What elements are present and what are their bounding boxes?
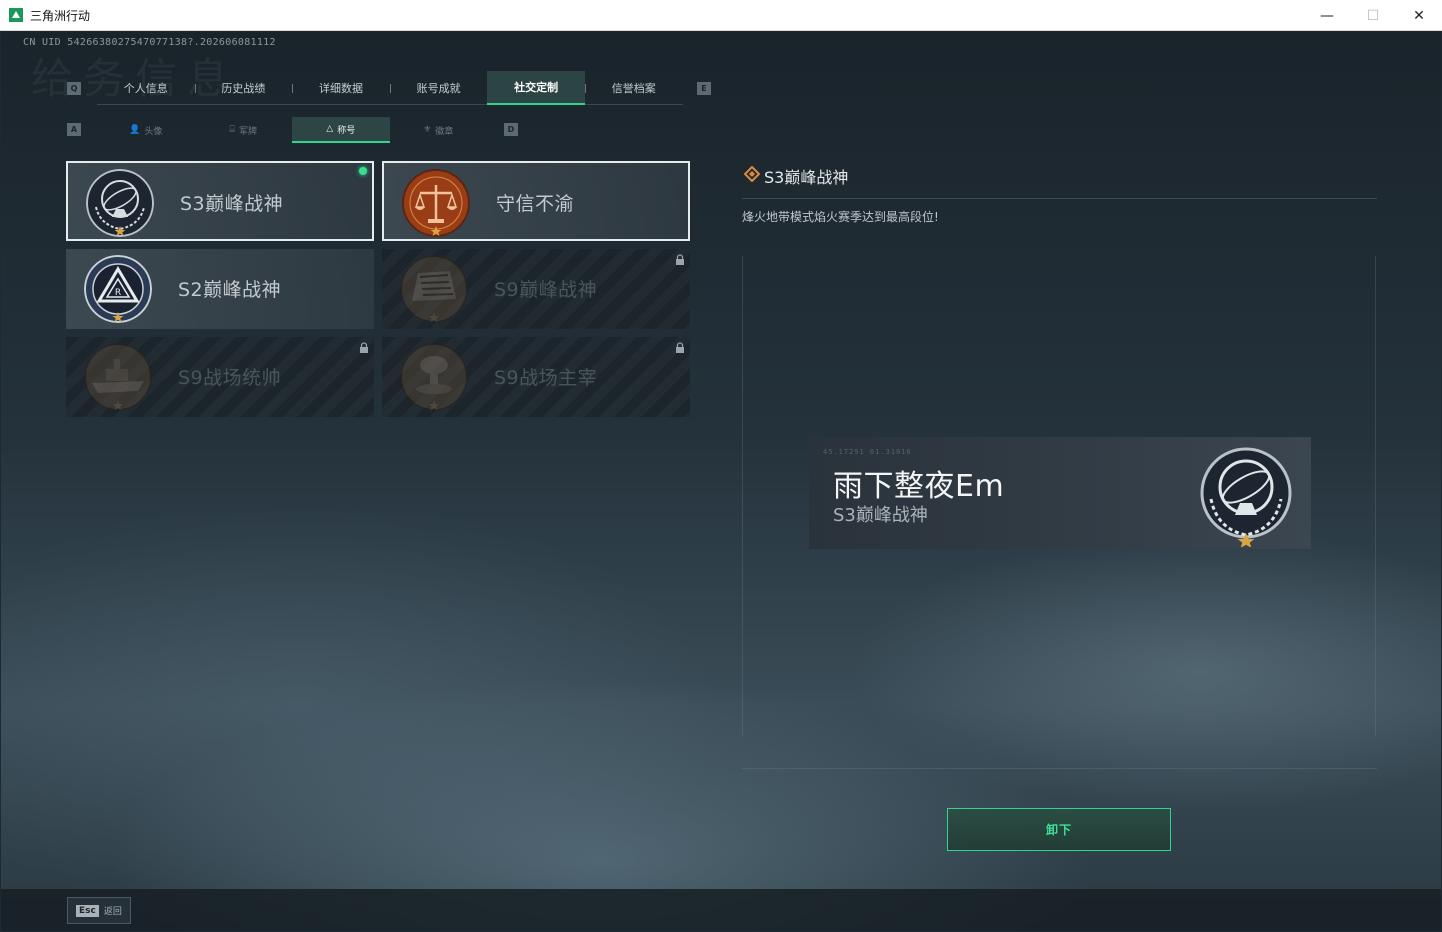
armillary-emblem-icon (1200, 447, 1292, 547)
fortress-emblem-icon (400, 255, 468, 323)
detail-divider (742, 198, 1377, 199)
nameplate-player-name: 雨下整夜Em (833, 469, 1005, 504)
nameplate-coords: 45.17291 61.31016 (823, 448, 912, 456)
title-card-s2-peak[interactable]: R S2巅峰战神 (66, 249, 374, 329)
svg-text:R: R (115, 288, 121, 298)
frame-border (1375, 256, 1376, 736)
minimize-button[interactable]: — (1304, 0, 1350, 31)
title-card-name: S9巅峰战神 (494, 279, 598, 301)
bottom-bar (1, 889, 1441, 931)
sub-tab-bar: 👤 头像 ⌸ 军牌 △ 称号 ⚜ 徽章 (97, 117, 487, 143)
equipped-indicator-icon (359, 167, 367, 175)
detail-description: 烽火地带模式焰火赛季达到最高段位! (742, 210, 939, 224)
subtab-badge[interactable]: ⚜ 徽章 (390, 117, 488, 143)
esc-key-hint: Esc (76, 904, 99, 917)
title-diamond-icon (744, 166, 760, 182)
title-card-s9-commander[interactable]: S9战场统帅 (66, 337, 374, 417)
title-card-s3-peak[interactable]: S3巅峰战神 (66, 161, 374, 241)
subtab-avatar-label: 头像 (144, 126, 163, 137)
tab-history[interactable]: 历史战绩 (194, 71, 293, 105)
tab-prev-key-hint[interactable]: Q (67, 82, 81, 95)
uid-label: CN UID 5426638027547077138?.202606081112 (23, 37, 276, 48)
detail-title: S3巅峰战神 (764, 168, 849, 187)
mushroom-cloud-emblem-icon (400, 343, 468, 411)
frame-border (742, 256, 743, 736)
subtab-title[interactable]: △ 称号 (292, 117, 390, 143)
nameplate-preview: 45.17291 61.31016 雨下整夜Em S3巅峰战神 (809, 437, 1311, 549)
window-titlebar: 三角洲行动 — ☐ ✕ (0, 0, 1442, 31)
subtab-dogtag[interactable]: ⌸ 军牌 (195, 117, 293, 143)
subtab-prev-key-hint[interactable]: A (67, 123, 81, 136)
unequip-button[interactable]: 卸下 (947, 808, 1171, 851)
subtab-dogtag-label: 军牌 (238, 126, 257, 137)
title-card-name: S2巅峰战神 (178, 279, 282, 301)
subtab-badge-label: 徽章 (435, 126, 454, 137)
lock-icon (360, 342, 368, 353)
warship-emblem-icon (84, 343, 152, 411)
close-button[interactable]: ✕ (1396, 0, 1442, 31)
main-tab-bar: 个人信息 历史战绩 详细数据 账号成就 社交定制 信誉档案 (97, 71, 683, 105)
back-button[interactable]: Esc 返回 (67, 897, 131, 924)
app-logo-icon (9, 8, 23, 22)
person-icon: 👤 (129, 125, 141, 135)
dogtag-icon: ⌸ (229, 125, 235, 135)
tab-next-key-hint[interactable]: E (697, 82, 711, 95)
tab-achievements[interactable]: 账号成就 (389, 71, 488, 105)
title-card-name: S9战场统帅 (178, 367, 282, 389)
title-card-name: 守信不渝 (496, 193, 575, 215)
badge-icon: ⚜ (423, 125, 432, 135)
lock-icon (676, 254, 684, 265)
tab-credit-record[interactable]: 信誉档案 (584, 71, 683, 105)
title-card-trustworthy[interactable]: 守信不渝 (382, 161, 690, 241)
subtab-title-label: 称号 (337, 125, 356, 136)
title-card-s9-dominator[interactable]: S9战场主宰 (382, 337, 690, 417)
maximize-button[interactable]: ☐ (1350, 0, 1396, 31)
title-card-s9-peak[interactable]: S9巅峰战神 (382, 249, 690, 329)
lock-icon (676, 342, 684, 353)
triangle-emblem-icon: R (84, 255, 152, 323)
tab-personal-info[interactable]: 个人信息 (97, 71, 195, 105)
back-label: 返回 (103, 907, 122, 917)
title-card-name: S3巅峰战神 (180, 193, 284, 215)
tab-detailed-data[interactable]: 详细数据 (292, 71, 390, 105)
subtab-next-key-hint[interactable]: D (504, 123, 518, 136)
armillary-emblem-icon (86, 169, 154, 237)
game-viewport: 给务信息 CN UID 5426638027547077138?.2026060… (1, 31, 1441, 931)
title-card-name: S9战场主宰 (494, 367, 598, 389)
subtab-avatar[interactable]: 👤 头像 (97, 117, 195, 143)
tab-social-custom[interactable]: 社交定制 (487, 71, 585, 105)
scales-emblem-icon (402, 169, 470, 237)
window-title: 三角洲行动 (30, 8, 91, 23)
frame-border (742, 768, 1377, 769)
window-controls: — ☐ ✕ (1304, 0, 1442, 31)
nameplate-title: S3巅峰战神 (833, 505, 928, 526)
triangle-icon: △ (326, 124, 334, 134)
